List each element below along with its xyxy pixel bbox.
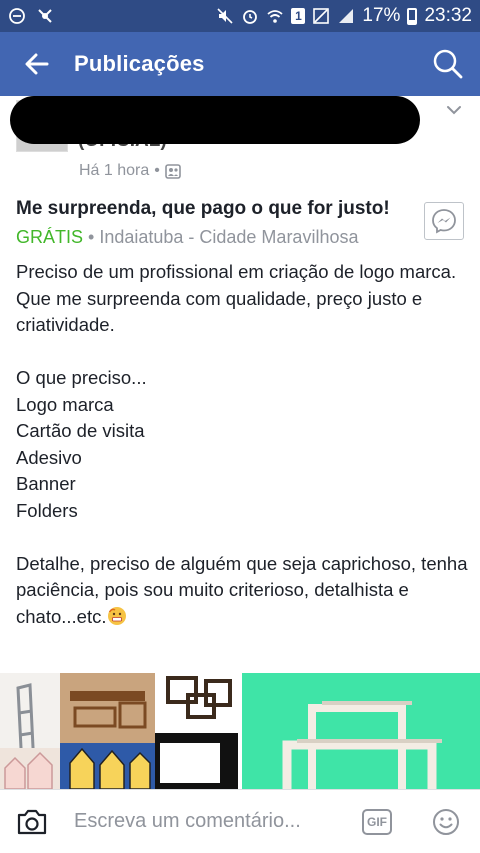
app-bar: Publicações: [0, 32, 480, 96]
page-title: Publicações: [74, 51, 205, 76]
back-button[interactable]: [0, 32, 74, 96]
post-meta: Há 1 hora •: [79, 162, 181, 180]
meta-separator: •: [154, 162, 160, 179]
post-options-button[interactable]: [446, 102, 462, 120]
gif-button[interactable]: GIF: [362, 808, 392, 835]
messenger-icon: [432, 209, 456, 234]
minus-circle-icon: [8, 7, 26, 25]
listing-price: GRÁTIS: [16, 227, 84, 247]
listing-photo[interactable]: [242, 673, 480, 789]
listing-photo-collage[interactable]: [0, 673, 238, 789]
battery-percent: 17%: [362, 5, 401, 26]
message-seller-button[interactable]: [424, 202, 464, 240]
post-header: (OFICIAL) Há 1 hora •: [0, 96, 480, 186]
search-icon: [433, 49, 463, 79]
post-time[interactable]: Há 1 hora: [79, 162, 149, 180]
alarm-icon: [241, 7, 259, 25]
comment-input[interactable]: [64, 801, 362, 842]
gif-icon: GIF: [367, 814, 387, 829]
no-sim-icon: [312, 7, 330, 25]
photo-grid: [0, 673, 480, 789]
friends-audience-icon: [165, 163, 181, 179]
post-body-text: Preciso de um profissional em criação de…: [16, 261, 468, 627]
search-button[interactable]: [416, 32, 480, 96]
sim-badge: 1: [291, 8, 306, 24]
comment-bar: GIF: [0, 789, 480, 853]
wifi-icon: [266, 7, 284, 25]
clock: 23:32: [424, 5, 472, 26]
status-bar: 1 17% 23:32: [0, 0, 480, 32]
nested-frames-image: [282, 701, 442, 789]
listing-title: Me surpreenda, que pago o que for justo!: [16, 198, 390, 219]
battery-icon: [407, 7, 418, 25]
camera-icon: [17, 809, 47, 834]
post-body: Preciso de um profissional em criação de…: [16, 259, 471, 630]
redaction-mark: [10, 96, 420, 144]
chevron-down-icon: [447, 106, 461, 115]
shelves-collage-image: [0, 673, 238, 789]
listing-location: • Indaiatuba - Cidade Maravilhosa: [83, 227, 359, 247]
mute-icon: [216, 7, 234, 25]
grimacing-emoji-icon: [107, 606, 126, 625]
back-arrow-icon: [25, 53, 49, 75]
signal-icon: [337, 7, 355, 25]
camera-button[interactable]: [0, 790, 64, 853]
smiley-icon: [433, 808, 459, 835]
sticker-button[interactable]: [426, 802, 466, 842]
settings-bolt-icon: [36, 7, 54, 25]
listing-subtitle: GRÁTIS • Indaiatuba - Cidade Maravilhosa: [16, 227, 358, 248]
